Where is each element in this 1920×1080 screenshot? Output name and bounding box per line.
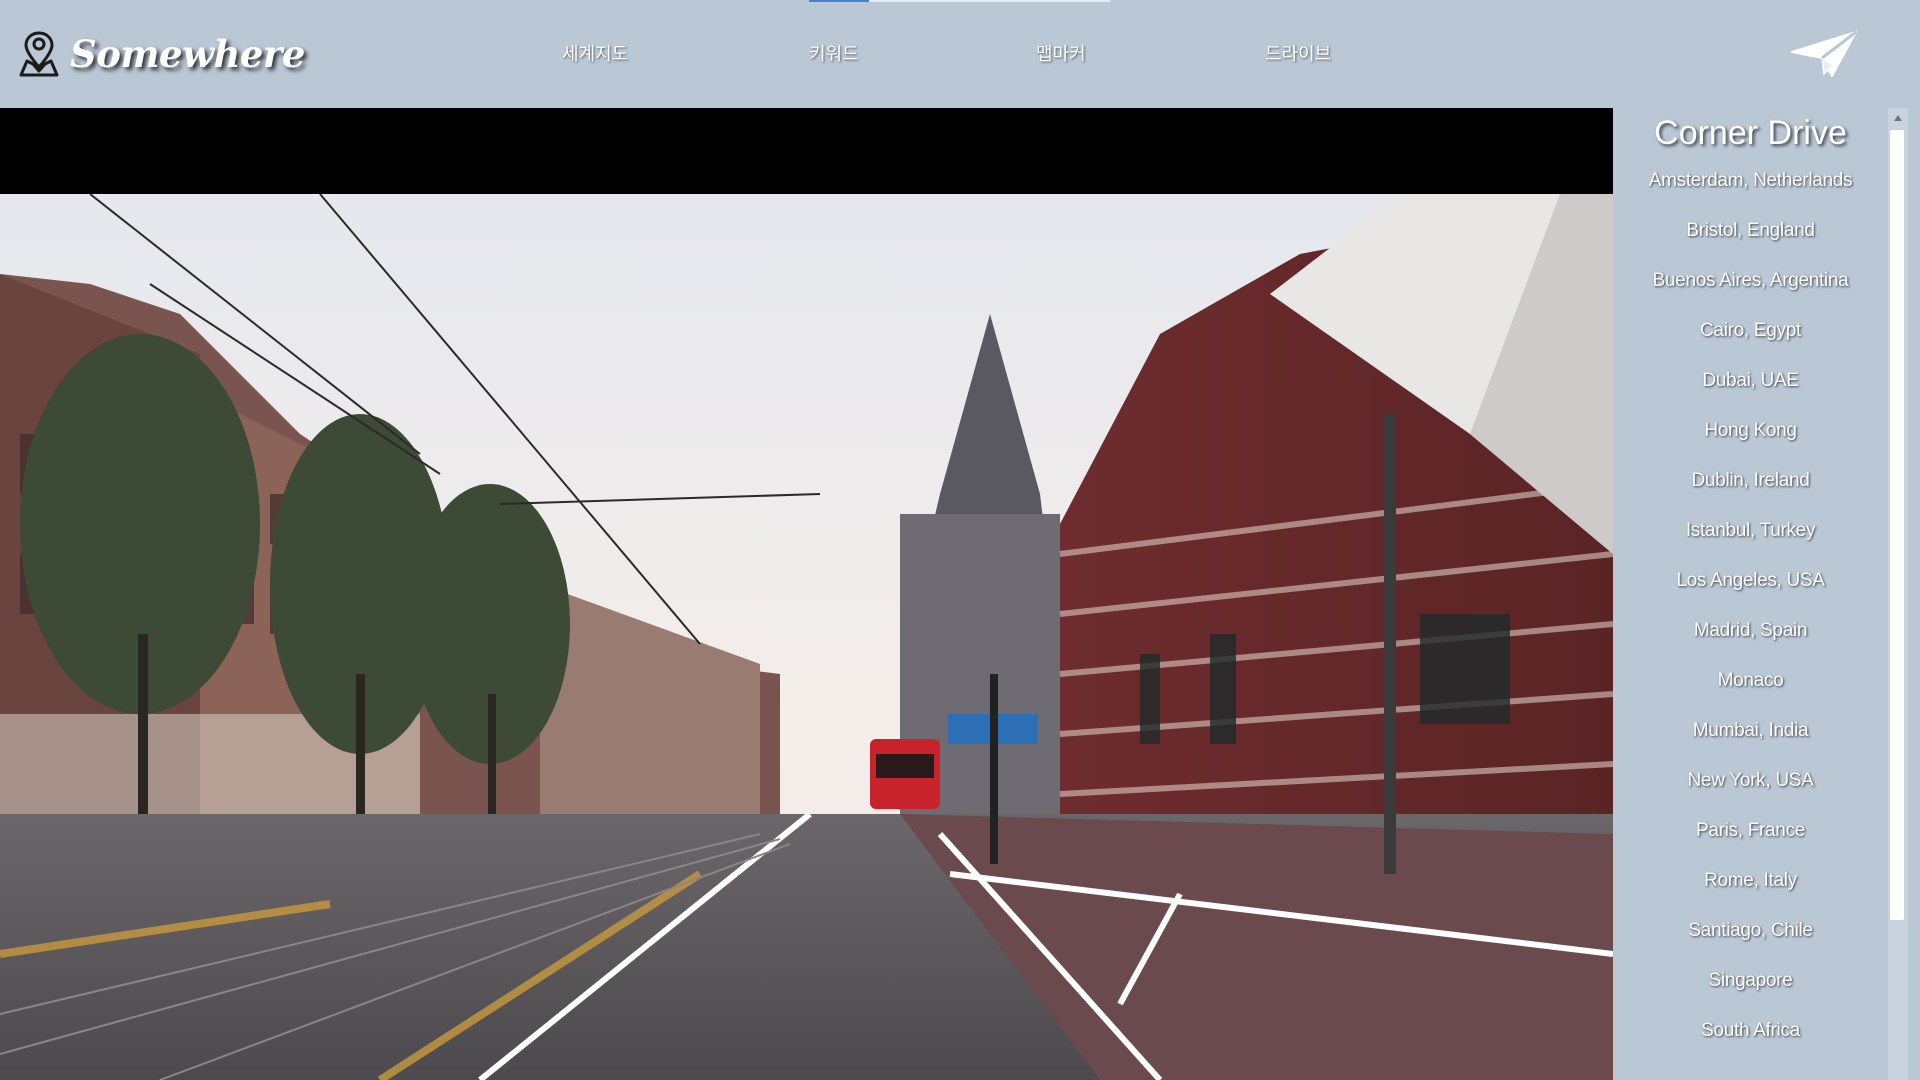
city-item-istanbul[interactable]: Istanbul, Turkey — [1613, 520, 1888, 570]
city-item-santiago[interactable]: Santiago, Chile — [1613, 920, 1888, 970]
city-item-south-africa[interactable]: South Africa — [1613, 1020, 1888, 1070]
nav-indicator-active — [809, 0, 869, 2]
panel-scrollbar[interactable] — [1888, 108, 1908, 1080]
city-item-new-york[interactable]: New York, USA — [1613, 770, 1888, 820]
nav-item-drive[interactable]: 드라이브 — [1265, 40, 1331, 66]
city-item-los-angeles[interactable]: Los Angeles, USA — [1613, 570, 1888, 620]
nav-item-world-map[interactable]: 세계지도 — [562, 40, 628, 66]
city-item-madrid[interactable]: Madrid, Spain — [1613, 620, 1888, 670]
city-item-dublin[interactable]: Dublin, Ireland — [1613, 470, 1888, 520]
paper-plane-icon[interactable] — [1790, 30, 1858, 78]
city-item-buenos-aires[interactable]: Buenos Aires, Argentina — [1613, 270, 1888, 320]
street-video-frame — [0, 194, 1613, 1080]
nav-item-keyword[interactable]: 키워드 — [809, 40, 859, 66]
nav-item-map-marker[interactable]: 맵마커 — [1036, 40, 1086, 66]
city-item-singapore[interactable]: Singapore — [1613, 970, 1888, 1020]
panel-title: Corner Drive — [1654, 114, 1847, 152]
city-item-paris[interactable]: Paris, France — [1613, 820, 1888, 870]
city-item-dubai[interactable]: Dubai, UAE — [1613, 370, 1888, 420]
video-player[interactable] — [0, 108, 1613, 1080]
city-item-amsterdam[interactable]: Amsterdam, Netherlands — [1613, 170, 1888, 220]
main-nav: 세계지도 키워드 맵마커 드라이브 — [0, 40, 1920, 68]
nav-indicator-bar — [809, 0, 1110, 2]
city-item-rome[interactable]: Rome, Italy — [1613, 870, 1888, 920]
corner-drive-panel: Corner Drive Amsterdam, Netherlands Bris… — [1613, 108, 1920, 1080]
city-item-bristol[interactable]: Bristol, England — [1613, 220, 1888, 270]
city-item-cairo[interactable]: Cairo, Egypt — [1613, 320, 1888, 370]
city-item-mumbai[interactable]: Mumbai, India — [1613, 720, 1888, 770]
top-header: Somewhere 세계지도 키워드 맵마커 드라이브 — [0, 0, 1920, 108]
city-item-monaco[interactable]: Monaco — [1613, 670, 1888, 720]
city-list: Amsterdam, Netherlands Bristol, England … — [1613, 170, 1888, 1070]
city-item-hong-kong[interactable]: Hong Kong — [1613, 420, 1888, 470]
scrollbar-thumb[interactable] — [1890, 130, 1904, 920]
scroll-up-arrow-icon[interactable] — [1888, 108, 1908, 128]
